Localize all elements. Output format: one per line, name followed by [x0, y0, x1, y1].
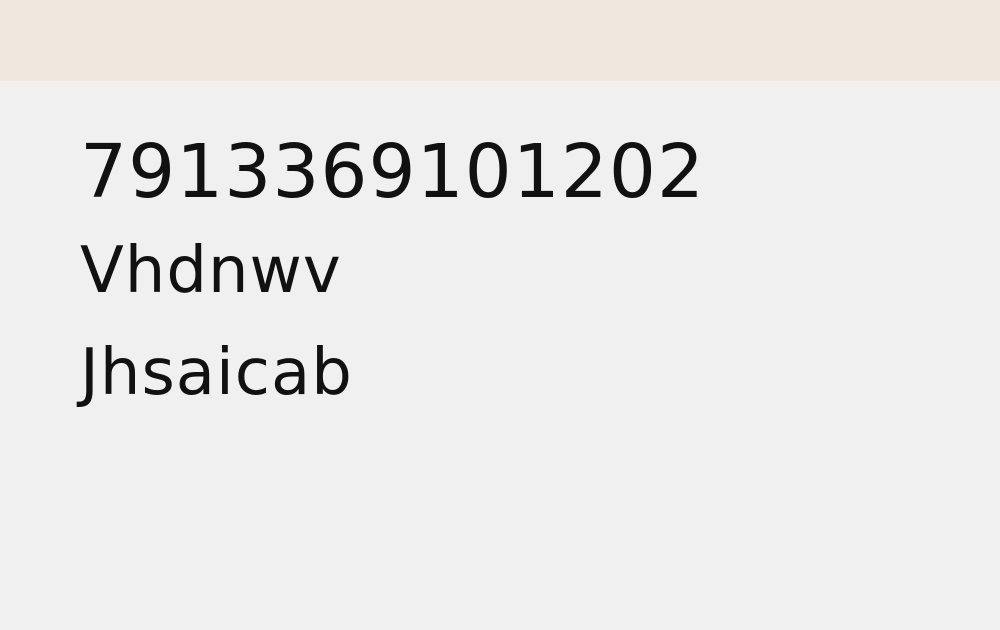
content-area: 7913369101202 Vhdnwv Jhsaicab [80, 124, 980, 424]
text-line-three: Jhsaicab [80, 336, 353, 410]
number-text: 7913369101202 [80, 129, 706, 215]
text-line-two: Vhdnwv [80, 234, 342, 308]
top-bar [0, 0, 1000, 81]
